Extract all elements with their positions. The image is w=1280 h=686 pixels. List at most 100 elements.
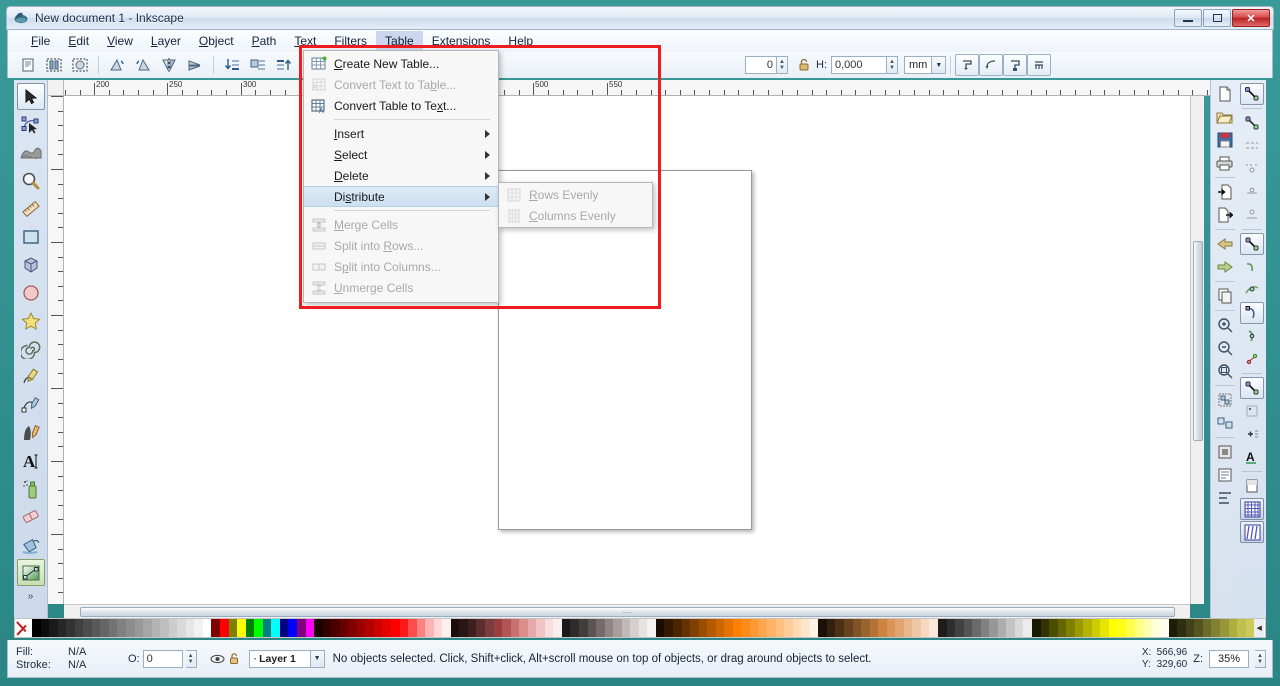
lower-to-bottom-icon[interactable] (220, 54, 244, 76)
menu-item-insert[interactable]: Insert (304, 123, 498, 144)
palette-swatch[interactable] (570, 619, 579, 637)
floppy-save-icon[interactable] (1213, 129, 1237, 151)
snap-others-icon[interactable] (1240, 377, 1264, 399)
palette-swatch[interactable] (245, 619, 255, 637)
menu-path[interactable]: Path (243, 31, 286, 51)
palette-swatch[interactable] (698, 619, 708, 637)
units-chevron-down-icon[interactable]: ▼ (932, 56, 947, 74)
drawing-canvas[interactable] (64, 96, 1190, 604)
snap-text-baseline-icon[interactable]: A (1240, 446, 1264, 468)
palette-swatch[interactable] (801, 619, 810, 637)
zoom-out-icon[interactable] (1213, 337, 1237, 359)
palette-swatch[interactable] (160, 619, 169, 637)
palette-swatch[interactable] (861, 619, 870, 637)
palette-swatch[interactable] (929, 619, 938, 637)
snap-rotation-center-icon[interactable] (1240, 423, 1264, 445)
menu-edit[interactable]: Edit (59, 31, 98, 51)
palette-swatch[interactable] (211, 619, 221, 637)
height-spinner[interactable]: ▲ ▼ (887, 56, 898, 74)
menu-text[interactable]: Text (285, 31, 325, 51)
menu-help[interactable]: Help (499, 31, 542, 51)
palette-swatch[interactable] (74, 619, 84, 637)
star-icon[interactable] (17, 307, 45, 334)
palette-swatch[interactable] (792, 619, 802, 637)
palette-swatch[interactable] (202, 619, 212, 637)
menu-item-merge-cells[interactable]: Merge Cells (304, 214, 498, 235)
snap-path-icon[interactable] (1240, 256, 1264, 278)
palette-swatch[interactable] (442, 619, 451, 637)
palette-swatch[interactable] (151, 619, 161, 637)
palette-swatch[interactable] (681, 619, 691, 637)
palette-swatch[interactable] (425, 619, 434, 637)
palette-swatch[interactable] (638, 619, 648, 637)
layer-select[interactable]: · Layer 1 (248, 649, 311, 668)
palette-swatch[interactable] (1117, 619, 1126, 637)
menu-layer[interactable]: Layer (142, 31, 190, 51)
palette-swatch[interactable] (1160, 619, 1169, 637)
palette-swatch[interactable] (715, 619, 725, 637)
undo-arrow-icon[interactable] (1213, 233, 1237, 255)
snap-smooth-node-icon[interactable] (1240, 325, 1264, 347)
snap-path-icon[interactable] (979, 54, 1004, 76)
palette-swatch[interactable] (1220, 619, 1229, 637)
width-input[interactable]: 0 (745, 56, 777, 74)
palette-swatch[interactable] (168, 619, 178, 637)
redo-arrow-icon[interactable] (1213, 256, 1237, 278)
palette-swatch[interactable] (903, 619, 913, 637)
palette-swatch[interactable] (1245, 619, 1255, 637)
palette-swatch[interactable] (1211, 619, 1221, 637)
document-icon[interactable] (16, 54, 40, 76)
palette-swatch[interactable] (1151, 619, 1161, 637)
palette-swatch[interactable] (527, 619, 537, 637)
palette-swatch[interactable] (544, 619, 554, 637)
select-all-icon[interactable] (42, 54, 66, 76)
snap-guide-icon[interactable] (1240, 521, 1264, 543)
palette-swatch[interactable] (673, 619, 682, 637)
palette-swatch[interactable] (724, 619, 733, 637)
palette-swatch[interactable] (655, 619, 665, 637)
palette-swatch[interactable] (382, 619, 391, 637)
units-select[interactable]: mm (904, 56, 933, 74)
menu-item-create-new-table[interactable]: Create New Table... (304, 53, 498, 74)
menu-item-distribute[interactable]: Distribute (304, 186, 498, 207)
palette-swatch[interactable] (1014, 619, 1024, 637)
palette-swatch[interactable] (732, 619, 742, 637)
palette-swatch[interactable] (49, 619, 58, 637)
lower-icon[interactable] (246, 54, 270, 76)
distribute-submenu[interactable]: Rows Evenly Columns Evenly (498, 182, 653, 228)
palette-swatch[interactable] (100, 619, 109, 637)
align-icon[interactable] (1213, 487, 1237, 509)
palette-swatch[interactable] (784, 619, 793, 637)
palette-swatch[interactable] (1023, 619, 1032, 637)
palette-swatch[interactable] (587, 619, 597, 637)
rectangle-icon[interactable] (17, 223, 45, 250)
palette-swatch[interactable] (262, 619, 272, 637)
palette-swatch[interactable] (1031, 619, 1041, 637)
import-icon[interactable] (1213, 181, 1237, 203)
palette-swatch[interactable] (502, 619, 511, 637)
snap-grid-icon[interactable] (1027, 54, 1052, 76)
palette-swatch[interactable] (126, 619, 135, 637)
horizontal-ruler[interactable]: 150200250300350400450500550 (64, 80, 1210, 96)
palette-swatch[interactable] (1108, 619, 1118, 637)
palette-swatch[interactable] (519, 619, 528, 637)
palette-swatch[interactable] (83, 619, 92, 637)
menu-item-split-into-rows[interactable]: Split into Rows... (304, 235, 498, 256)
snap-path-intersection-icon[interactable] (1240, 279, 1264, 301)
palette-swatch[interactable] (390, 619, 400, 637)
palette-swatch[interactable] (1057, 619, 1067, 637)
menu-item-unmerge-cells[interactable]: Unmerge Cells (304, 277, 498, 298)
palette-swatch[interactable] (399, 619, 409, 637)
select-all-layers-icon[interactable] (68, 54, 92, 76)
palette-swatch[interactable] (920, 619, 930, 637)
palette-swatch[interactable] (408, 619, 417, 637)
palette-swatch[interactable] (373, 619, 383, 637)
eye-icon[interactable] (209, 653, 227, 665)
flip-vertical-icon[interactable] (183, 54, 207, 76)
palette-swatch[interactable] (305, 619, 315, 637)
palette-swatch[interactable] (946, 619, 956, 637)
rotate-ccw-icon[interactable] (105, 54, 129, 76)
palette-swatch[interactable] (288, 619, 297, 637)
palette-swatch[interactable] (741, 619, 750, 637)
palette-swatch[interactable] (596, 619, 605, 637)
